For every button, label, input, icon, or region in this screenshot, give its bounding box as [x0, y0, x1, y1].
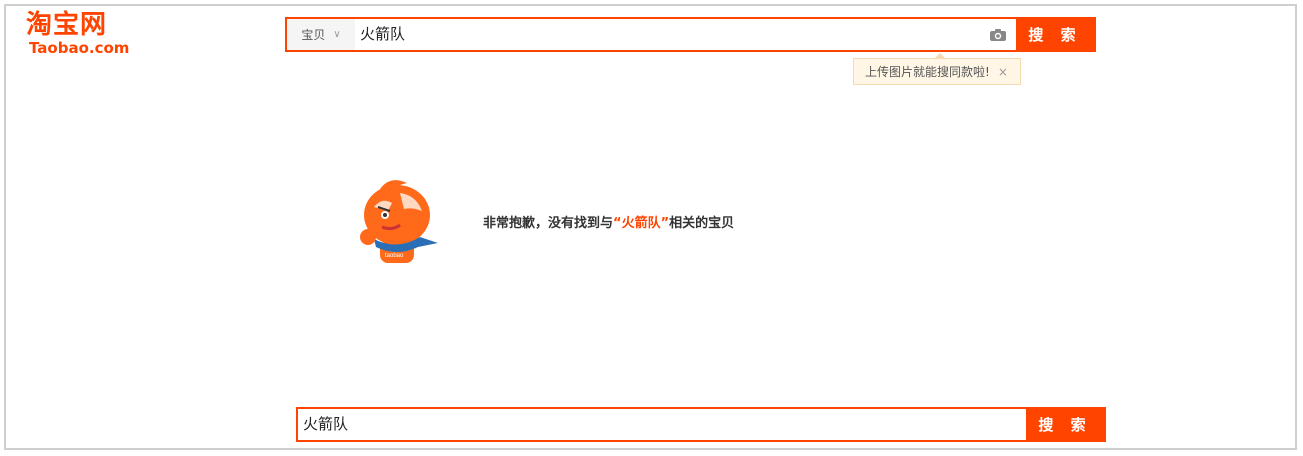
taobao-logo[interactable]: 淘宝网 Taobao.com	[26, 10, 136, 56]
no-result-keyword: 火箭队	[621, 216, 661, 231]
bottom-search-bar: 火箭队 搜 索	[296, 407, 1106, 442]
taobao-mascot-image: taobao	[360, 180, 438, 263]
no-result-suffix: 相关的宝贝	[669, 216, 735, 231]
camera-icon[interactable]	[980, 19, 1016, 50]
tooltip-text: 上传图片就能搜同款啦!	[865, 65, 990, 79]
no-result-prefix: 非常抱歉，没有找到与	[483, 216, 614, 231]
keyword-open-quote: “	[613, 216, 622, 231]
image-search-tooltip: 上传图片就能搜同款啦! ×	[853, 53, 1021, 85]
search-input[interactable]: 火箭队	[355, 19, 980, 50]
bottom-search-button[interactable]: 搜 索	[1026, 409, 1104, 440]
logo-en: Taobao.com	[29, 39, 130, 57]
close-icon[interactable]: ×	[998, 65, 1008, 79]
bottom-search-input[interactable]: 火箭队	[298, 409, 1026, 440]
search-button[interactable]: 搜 索	[1016, 19, 1094, 50]
keyword-close-quote: ”	[660, 216, 670, 231]
no-result-message: 非常抱歉，没有找到与“火箭队”相关的宝贝	[483, 212, 734, 231]
chevron-down-icon: ∨	[333, 29, 341, 40]
svg-text:taobao: taobao	[385, 253, 404, 259]
logo-cn: 淘宝网	[26, 10, 108, 40]
search-scope-dropdown[interactable]: 宝贝 ∨	[287, 19, 355, 50]
search-scope-label: 宝贝	[301, 28, 326, 42]
top-search-bar: 宝贝 ∨ 火箭队 搜 索	[285, 17, 1096, 52]
